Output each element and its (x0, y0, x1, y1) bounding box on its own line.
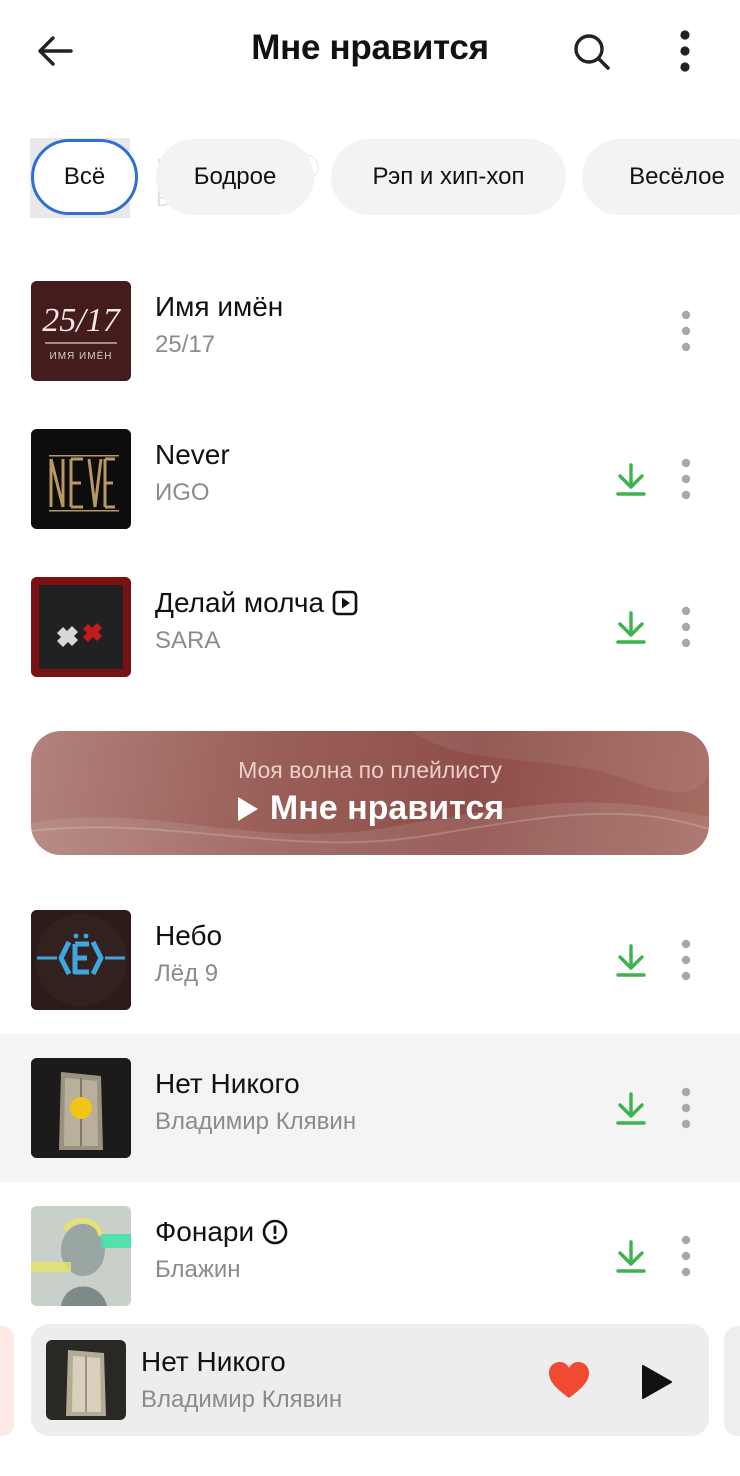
heart-icon[interactable] (547, 1360, 591, 1400)
track-title: Делай молча (155, 587, 358, 619)
wave-subtitle: Моя волна по плейлисту (238, 757, 502, 783)
track-menu-button[interactable] (668, 1228, 704, 1284)
back-button[interactable] (30, 26, 80, 76)
more-vertical-icon (681, 1087, 691, 1129)
track-artist: Блажин (155, 1256, 241, 1283)
track-menu-button[interactable] (668, 1080, 704, 1136)
top-bar: Мне нравится (0, 0, 740, 104)
more-vertical-icon (681, 1235, 691, 1277)
track-row[interactable]: Делай молча SARA (0, 553, 740, 701)
track-menu-button[interactable] (668, 599, 704, 655)
wave-title-text: Мне нравится (269, 789, 505, 827)
explicit-icon (262, 1219, 288, 1245)
downloaded-icon[interactable] (612, 1088, 650, 1128)
my-wave-banner[interactable]: Моя волна по плейлисту Мне нравится (31, 731, 709, 855)
track-title-text: Нет Никого (155, 1068, 300, 1099)
track-title-text: Небо (155, 920, 223, 951)
track-cover (31, 910, 131, 1010)
player-cover (46, 1340, 126, 1420)
more-vertical-icon (681, 458, 691, 500)
track-artist: Лёд 9 (155, 960, 219, 987)
more-vertical-icon (681, 939, 691, 981)
downloaded-icon[interactable] (612, 607, 650, 647)
track-title: Небо (155, 920, 222, 952)
chip-energetic[interactable]: Бодрое (156, 139, 314, 215)
track-title: Имя имён (155, 291, 283, 323)
track-title-text: Имя имён (155, 291, 284, 322)
chip-cheerful[interactable]: Весёлое (582, 139, 740, 215)
track-title: Фонари (155, 1216, 288, 1248)
more-vertical-icon (681, 310, 691, 352)
wave-title: Мне нравится (31, 789, 709, 828)
track-artist: SARA (155, 627, 221, 654)
track-title-text: Never (155, 439, 230, 470)
search-button[interactable] (566, 26, 618, 78)
track-artist: Владимир Клявин (155, 1108, 357, 1135)
downloaded-icon[interactable] (612, 459, 650, 499)
player-title: Нет Никого (141, 1346, 286, 1377)
track-row[interactable]: 25/17 ИМЯ ИМЁН Имя имён 25/17 (0, 257, 740, 405)
play-icon[interactable] (633, 1360, 677, 1404)
track-row[interactable]: Never ИGO (0, 405, 740, 553)
track-title: Never (155, 439, 230, 471)
track-cover (31, 1058, 131, 1158)
track-artist: ИGO (155, 479, 210, 506)
video-clip-icon (332, 590, 358, 616)
previous-track-card[interactable] (0, 1326, 14, 1436)
chip-rap-hiphop[interactable]: Рэп и хип-хоп (331, 139, 566, 215)
track-row[interactable]: Небо Лёд 9 (0, 886, 740, 1034)
track-row[interactable]: Фонари Блажин (0, 1182, 740, 1330)
more-vertical-icon (680, 30, 690, 72)
play-icon (237, 796, 258, 821)
arrow-left-icon (38, 36, 73, 66)
track-menu-button[interactable] (668, 303, 704, 359)
track-cover (31, 1206, 131, 1306)
more-options-button[interactable] (662, 24, 708, 78)
track-cover (31, 429, 131, 529)
mini-player[interactable]: Нет Никого Владимир Клявин (31, 1324, 709, 1436)
track-row-current[interactable]: Нет Никого Владимир Клявин (0, 1034, 740, 1182)
track-menu-button[interactable] (668, 451, 704, 507)
downloaded-icon[interactable] (612, 1236, 650, 1276)
next-track-card[interactable] (724, 1326, 740, 1436)
search-icon (574, 34, 610, 70)
track-menu-button[interactable] (668, 932, 704, 988)
cover-art-lettering: 25/17 (42, 302, 121, 339)
page-title: Мне нравится (251, 28, 489, 67)
track-cover (31, 577, 131, 677)
track-title: Нет Никого (155, 1068, 300, 1100)
filter-chips: Кукла вуду ⓘ Ы Маше Всё Бодрое Рэп и хип… (0, 136, 740, 220)
track-cover: 25/17 ИМЯ ИМЁН (31, 281, 131, 381)
track-title-text: Фонари (155, 1216, 255, 1247)
chip-all[interactable]: Всё (31, 139, 138, 215)
track-artist: 25/17 (155, 331, 216, 358)
downloaded-icon[interactable] (612, 940, 650, 980)
more-vertical-icon (681, 606, 691, 648)
player-artist: Владимир Клявин (141, 1386, 343, 1413)
track-title-text: Делай молча (155, 587, 325, 618)
cover-art-sub-lettering: ИМЯ ИМЁН (50, 350, 113, 362)
